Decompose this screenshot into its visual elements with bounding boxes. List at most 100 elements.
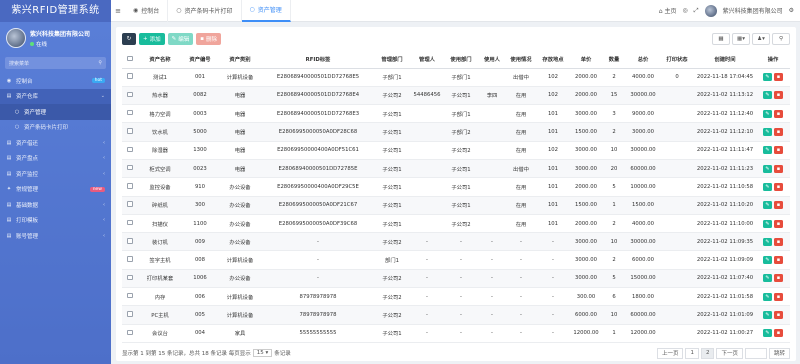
home-link[interactable]: ⌂ 主页	[659, 6, 677, 15]
tab-0[interactable]: ◉ 控制台	[125, 0, 169, 22]
delete-row-icon[interactable]: ▪	[774, 219, 783, 228]
edit-row-icon[interactable]: ✎	[763, 219, 772, 228]
table-row[interactable]: 柜式空调 0023 电器 E28068940000501DD72785E 子公司1 子公司…	[122, 159, 790, 179]
table-row[interactable]: 会议台 004 家具 55555555555 子公司1- - - - -12000.00 1 120…	[122, 324, 790, 343]
edit-row-icon[interactable]: ✎	[763, 201, 772, 210]
add-button[interactable]: + 添加	[139, 33, 165, 45]
table-row[interactable]: 扫描仪 1100 办公设备 E2806995000050A0DF39C68 子公司1 子公…	[122, 214, 790, 234]
row-checkbox[interactable]	[122, 324, 138, 343]
edit-row-icon[interactable]: ✎	[763, 256, 772, 265]
row-checkbox[interactable]	[122, 177, 138, 197]
column-header[interactable]: 使用人	[478, 51, 506, 69]
column-header[interactable]: 创建时间	[694, 51, 756, 69]
column-header[interactable]: 打印状态	[660, 51, 694, 69]
row-checkbox[interactable]	[122, 287, 138, 307]
page-button[interactable]: 1	[685, 347, 699, 359]
sidebar-item-3[interactable]: ○ 资产条码卡片打印	[0, 120, 111, 136]
delete-row-icon[interactable]: ▪	[774, 201, 783, 210]
table-row[interactable]: 碎纸机 300 办公设备 E2806995000050A0DF21C67 子公司1 子公司…	[122, 196, 790, 215]
edit-row-icon[interactable]: ✎	[763, 311, 772, 319]
delete-row-icon[interactable]: ▪	[774, 109, 783, 118]
delete-row-icon[interactable]: ▪	[774, 292, 783, 301]
row-checkbox[interactable]	[122, 305, 138, 325]
menu-toggle-icon[interactable]: ≡	[111, 7, 125, 15]
sidebar-item-2[interactable]: ○ 资产管理	[0, 104, 111, 120]
sidebar-item-10[interactable]: ▤ 账号管理 ‹	[0, 228, 111, 244]
table-row[interactable]: 饮水机 5000 电器 E2806995000050A0DF28C68 子公司1 子部门2…	[122, 122, 790, 142]
column-toggle-button[interactable]: ▦	[712, 33, 730, 45]
row-checkbox[interactable]	[122, 122, 138, 142]
column-header[interactable]: 单价	[570, 51, 602, 69]
column-header[interactable]: 管理部门	[374, 51, 410, 69]
next-page-button[interactable]: 下一页	[716, 347, 743, 359]
column-header[interactable]: 资产编号	[182, 51, 218, 69]
tab-1[interactable]: ○ 资产条码卡片打印	[168, 0, 242, 22]
sidebar-item-7[interactable]: ✦ 常规管理 new	[0, 182, 111, 198]
edit-row-icon[interactable]: ✎	[763, 274, 772, 283]
edit-row-icon[interactable]: ✎	[763, 329, 772, 338]
sidebar-item-5[interactable]: ▤ 资产盘点 ‹	[0, 151, 111, 167]
export-button[interactable]: ♟▾	[752, 33, 770, 45]
edit-row-icon[interactable]: ✎	[763, 128, 772, 137]
column-header[interactable]: 管理人	[410, 51, 444, 69]
table-row[interactable]: 监控设备 910 办公设备 E28069950000400A0DF29C5E 子公司1 子…	[122, 177, 790, 197]
sidebar-item-0[interactable]: ◉ 控制台 hot	[0, 73, 111, 89]
page-button[interactable]: 2	[700, 347, 715, 359]
column-header[interactable]: 资产类别	[218, 51, 262, 69]
table-row[interactable]: 内存 006 计算机设备 87978978978 子公司2- - - - -300.00 6 180…	[122, 287, 790, 307]
row-checkbox[interactable]	[122, 214, 138, 234]
sidebar-item-6[interactable]: ▤ 资产监控 ‹	[0, 166, 111, 182]
table-row[interactable]: 装订机 009 办公设备 - 子公司2- - - - -3000.00 10 30000.00 202…	[122, 232, 790, 252]
row-checkbox[interactable]	[122, 250, 138, 270]
delete-row-icon[interactable]: ▪	[774, 237, 783, 246]
table-row[interactable]: 测试1 001 计算机设备 E28068940000501DD72768E5 子部门1 子…	[122, 68, 790, 87]
edit-row-icon[interactable]: ✎	[763, 292, 772, 301]
edit-row-icon[interactable]: ✎	[763, 109, 772, 118]
delete-row-icon[interactable]: ▪	[774, 73, 783, 82]
delete-row-icon[interactable]: ▪	[774, 146, 783, 155]
delete-row-icon[interactable]: ▪	[774, 164, 783, 173]
row-checkbox[interactable]	[122, 269, 138, 289]
delete-row-icon[interactable]: ▪	[774, 256, 783, 265]
delete-row-icon[interactable]: ▪	[774, 128, 783, 137]
row-checkbox[interactable]	[122, 232, 138, 252]
table-row[interactable]: 格力空调 0003 电器 E28068940000501DD72768E3 子公司1 子部…	[122, 104, 790, 124]
row-checkbox[interactable]	[122, 159, 138, 179]
delete-row-icon[interactable]: ▪	[774, 91, 783, 100]
column-header[interactable]: 总价	[626, 51, 660, 69]
row-checkbox[interactable]	[122, 196, 138, 215]
delete-row-icon[interactable]: ▪	[774, 182, 783, 191]
edit-row-icon[interactable]: ✎	[763, 182, 772, 191]
user-avatar[interactable]	[704, 4, 717, 17]
delete-row-icon[interactable]: ▪	[774, 329, 783, 338]
edit-row-icon[interactable]: ✎	[763, 73, 772, 82]
sidebar-item-4[interactable]: ▤ 资产借还 ‹	[0, 135, 111, 151]
column-header[interactable]: 数量	[602, 51, 626, 69]
column-header[interactable]: RFID标签	[262, 51, 374, 69]
view-toggle-button[interactable]: ▦▾	[732, 33, 750, 45]
row-checkbox[interactable]	[122, 104, 138, 124]
table-row[interactable]: 打印机某套 1006 办公设备 - 子公司2- - - - -3000.00 5 15000.00 2…	[122, 269, 790, 289]
column-header[interactable]: 存放地点	[536, 51, 570, 69]
edit-button[interactable]: ✎ 编辑	[167, 33, 194, 45]
edit-row-icon[interactable]: ✎	[763, 237, 772, 246]
table-row[interactable]: 除湿器 1300 电器 E28069950000400A0DF51C61 子公司1 子公司…	[122, 141, 790, 160]
sidebar-item-9[interactable]: ▤ 打印模板 ‹	[0, 213, 111, 229]
menu-search-input[interactable]: 搜索菜单 ⚲	[5, 57, 106, 69]
column-header[interactable]: 使用部门	[444, 51, 478, 69]
sidebar-item-1[interactable]: ▤ 资产仓库 ⌄	[0, 88, 111, 104]
select-all-checkbox[interactable]	[122, 51, 138, 69]
table-row[interactable]: 热水器 0082 电器 E28068940000501DD72768E4 子公司2 544…	[122, 86, 790, 106]
page-size-select[interactable]: 15 ▾	[252, 349, 273, 357]
top-company-name[interactable]: 紫兴科技集团有限公司	[723, 6, 783, 15]
edit-row-icon[interactable]: ✎	[763, 91, 772, 100]
prev-page-button[interactable]: 上一页	[656, 347, 684, 359]
refresh-button[interactable]: ↻	[122, 33, 136, 45]
row-checkbox[interactable]	[122, 141, 138, 160]
row-checkbox[interactable]	[122, 86, 138, 106]
fullscreen-icon[interactable]: ⤢	[694, 7, 699, 15]
column-header[interactable]: 使用情况	[506, 51, 536, 69]
tab-2[interactable]: ○ 资产管理	[241, 0, 291, 22]
column-header[interactable]: 资产名称	[138, 51, 182, 69]
table-row[interactable]: 签字主机 008 计算机设备 - 部门1- - - - -3000.00 2 6000.00 2022…	[122, 250, 790, 270]
